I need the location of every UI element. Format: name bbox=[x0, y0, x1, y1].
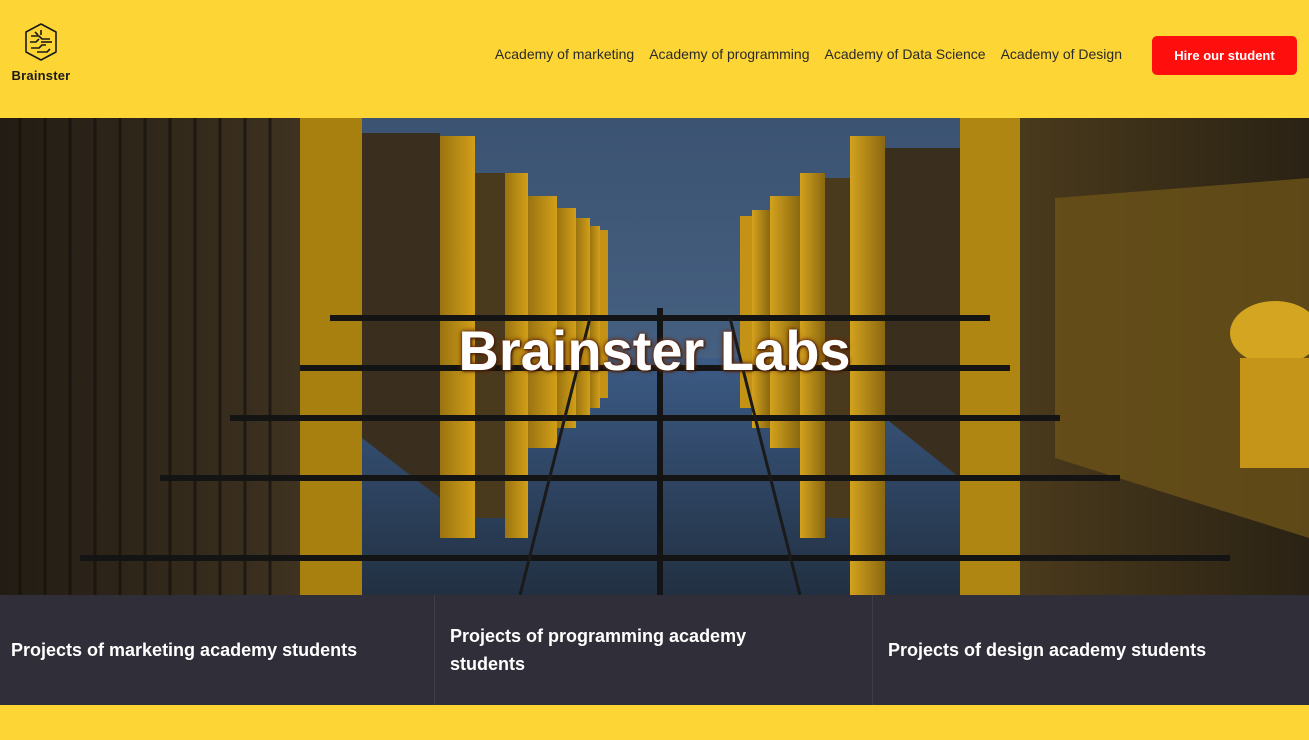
card-design-projects[interactable]: Projects of design academy students bbox=[873, 595, 1309, 705]
nav-academy-marketing[interactable]: Academy of marketing bbox=[495, 46, 634, 62]
main-nav: Academy of marketing Academy of programm… bbox=[495, 46, 1122, 62]
brand-logo[interactable]: Brainster bbox=[10, 22, 72, 83]
nav-academy-programming[interactable]: Academy of programming bbox=[649, 46, 809, 62]
card-marketing-projects[interactable]: Projects of marketing academy students bbox=[0, 595, 435, 705]
footer-strip bbox=[0, 705, 1309, 740]
nav-academy-data-science[interactable]: Academy of Data Science bbox=[825, 46, 986, 62]
project-cards: Projects of marketing academy students P… bbox=[0, 595, 1309, 705]
card-label: Projects of marketing academy students bbox=[11, 640, 358, 660]
hero-title: Brainster Labs bbox=[458, 319, 851, 382]
hire-student-button[interactable]: Hire our student bbox=[1152, 36, 1297, 75]
site-header: Brainster Academy of marketing Academy o… bbox=[0, 0, 1309, 118]
hero-banner: Brainster Labs bbox=[0, 118, 1309, 595]
card-label: Projects of programming academy students bbox=[450, 626, 747, 674]
card-programming-projects[interactable]: Projects of programming academy students bbox=[435, 595, 873, 705]
nav-academy-design[interactable]: Academy of Design bbox=[1001, 46, 1122, 62]
brand-name: Brainster bbox=[11, 68, 71, 83]
brain-icon bbox=[25, 23, 57, 61]
card-label: Projects of design academy students bbox=[888, 640, 1207, 660]
